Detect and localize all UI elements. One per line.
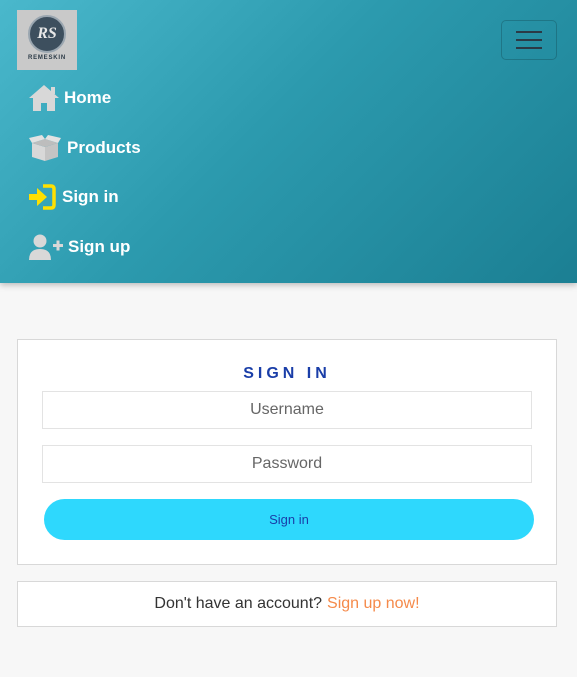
nav-item-signin[interactable]: Sign in (28, 183, 119, 211)
brand-logo[interactable]: RS REMESKIN (17, 10, 77, 70)
logo-text: REMESKIN (27, 55, 67, 61)
hamburger-icon (516, 47, 542, 49)
menu-toggle-button[interactable] (501, 20, 557, 60)
logo-seal: RS (28, 15, 66, 53)
navbar: RS REMESKIN Home Products Sign in Sign u… (0, 0, 577, 283)
signup-prompt-card: Don't have an account? Sign up now! (17, 581, 557, 627)
signin-card: SIGN IN Sign in (17, 339, 557, 565)
nav-item-label: Home (64, 88, 112, 107)
home-icon (28, 84, 60, 112)
signin-button[interactable]: Sign in (44, 499, 534, 540)
hamburger-icon (516, 39, 542, 41)
user-plus-icon (28, 233, 64, 261)
signup-prompt-text: Don't have an account? (154, 595, 323, 612)
signin-title: SIGN IN (243, 365, 331, 382)
nav-item-label: Sign up (68, 237, 131, 256)
password-field[interactable] (42, 445, 532, 483)
hamburger-icon (516, 31, 542, 33)
username-field[interactable] (42, 391, 532, 429)
sign-in-icon (28, 183, 56, 211)
nav-item-label: Products (67, 138, 141, 157)
nav-item-products[interactable]: Products (28, 134, 141, 162)
logo-monogram: RS (37, 25, 57, 42)
nav-item-label: Sign in (62, 187, 119, 206)
nav-item-home[interactable]: Home (28, 84, 111, 112)
nav-item-signup[interactable]: Sign up (28, 233, 130, 261)
signup-now-link[interactable]: Sign up now! (327, 595, 420, 613)
box-icon (28, 134, 62, 162)
